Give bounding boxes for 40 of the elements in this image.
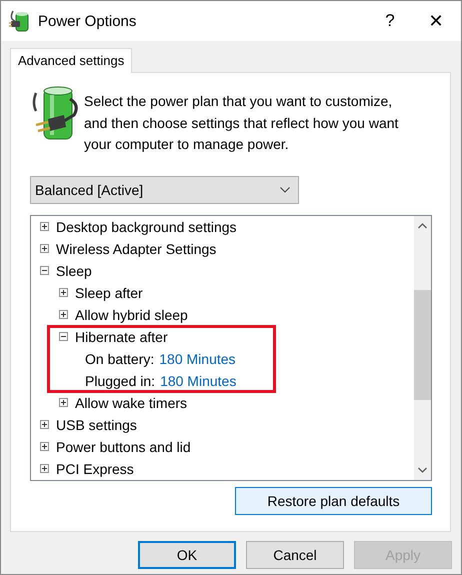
- collapse-icon[interactable]: [59, 332, 68, 341]
- tree-item[interactable]: Wireless Adapter Settings: [56, 240, 216, 256]
- expand-icon[interactable]: [59, 310, 68, 319]
- setting-label: Plugged in:: [85, 372, 156, 388]
- caret-icon: [280, 186, 290, 192]
- restore-defaults-button[interactable]: Restore plan defaults: [235, 486, 432, 514]
- expand-icon[interactable]: [40, 442, 49, 451]
- settings-tree[interactable]: [30, 214, 432, 480]
- setting-value-link[interactable]: 180 Minutes: [160, 372, 236, 388]
- expand-icon[interactable]: [40, 420, 49, 429]
- tree-item[interactable]: Desktop background settings: [56, 218, 237, 234]
- tree-item[interactable]: Sleep after: [75, 284, 143, 300]
- scroll-down-icon[interactable]: [418, 466, 427, 472]
- expand-icon[interactable]: [59, 398, 68, 407]
- setting-value-link[interactable]: 180 Minutes: [159, 350, 236, 366]
- close-button[interactable]: ✕: [413, 10, 459, 32]
- plan-dropdown[interactable]: Balanced [Active]: [30, 176, 299, 204]
- description-text: Select the power plan that you want to customize, and then choose settings that reflect how you want your computer to manage power.: [84, 92, 400, 154]
- window-title: Power Options: [38, 12, 138, 30]
- expand-icon[interactable]: [59, 288, 68, 297]
- ok-button[interactable]: OK: [138, 541, 236, 569]
- tree-item[interactable]: Allow hybrid sleep: [75, 306, 188, 322]
- expand-icon[interactable]: [40, 222, 49, 231]
- tree-item[interactable]: USB settings: [56, 416, 137, 432]
- scrollbar[interactable]: [414, 216, 431, 480]
- tree-item[interactable]: Power buttons and lid: [56, 438, 191, 454]
- tree-item[interactable]: Sleep: [56, 262, 92, 278]
- expand-icon[interactable]: [40, 464, 49, 473]
- tree-item[interactable]: PCI Express: [56, 460, 134, 476]
- tree-item[interactable]: Allow wake timers: [75, 394, 188, 410]
- expand-icon[interactable]: [40, 244, 49, 253]
- scrollbar-thumb[interactable]: [414, 290, 431, 400]
- scroll-up-icon[interactable]: [418, 222, 427, 228]
- tab[interactable]: Advanced settings: [10, 48, 132, 73]
- battery-plug-icon: [9, 9, 31, 33]
- setting-label: On battery:: [85, 350, 154, 366]
- tree-item[interactable]: Hibernate after: [75, 328, 168, 344]
- help-button[interactable]: ?: [367, 11, 413, 31]
- collapse-icon[interactable]: [40, 266, 49, 275]
- cancel-button[interactable]: Cancel: [246, 541, 344, 569]
